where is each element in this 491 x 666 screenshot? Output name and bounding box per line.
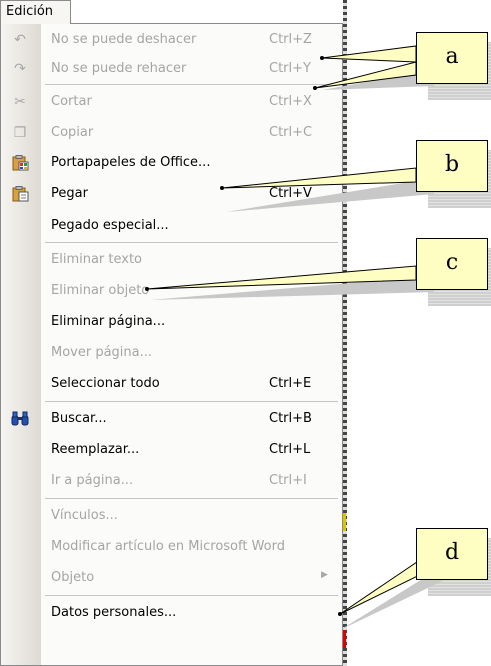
menu-item-label: Objeto <box>51 570 95 585</box>
menu-item-cut[interactable]: ✂ Cortar Ctrl+X <box>1 88 342 116</box>
menu-separator <box>45 242 338 243</box>
menu-title-label: Edición <box>6 4 54 19</box>
submenu-arrow-icon: ▶ <box>321 570 328 580</box>
menu-item-office-clipboard[interactable]: Portapapeles de Office... <box>1 149 342 177</box>
menu-item-label: Reemplazar... <box>51 442 140 457</box>
menu-item-undo[interactable]: ↶ No se puede deshacer Ctrl+Z <box>1 26 342 54</box>
menu-item-personal-data[interactable]: Datos personales... <box>1 599 342 627</box>
callout-d-label: d <box>444 540 460 565</box>
menu-item-label: No se puede deshacer <box>51 32 197 47</box>
menu-item-label: Copiar <box>51 125 94 140</box>
menu-item-delete-page[interactable]: Eliminar página... <box>1 308 342 336</box>
menu-item-paste[interactable]: Pegar Ctrl+V <box>1 180 342 208</box>
menu-item-move-page[interactable]: Mover página... <box>1 339 342 367</box>
menu-item-delete-object[interactable]: Eliminar objeto <box>1 277 342 305</box>
callout-d: d <box>416 528 488 580</box>
menu-item-label: Seleccionar todo <box>51 376 160 391</box>
menu-item-label: Modificar artículo en Microsoft Word <box>51 539 285 554</box>
menu-item-shortcut: Ctrl+X <box>269 94 312 109</box>
menu-item-label: Datos personales... <box>51 605 177 620</box>
menu-item-shortcut: Ctrl+E <box>269 376 312 391</box>
callout-c: c <box>416 238 488 290</box>
menu-item-label: Eliminar objeto <box>51 283 150 298</box>
menu-item-shortcut: Ctrl+V <box>269 186 312 201</box>
menu-item-label: Eliminar página... <box>51 314 166 329</box>
copy-icon: ❐ <box>13 125 27 141</box>
menu-item-label: Pegar <box>51 186 88 201</box>
binoculars-icon <box>11 411 29 427</box>
paste-icon <box>11 186 29 202</box>
menu-item-shortcut: Ctrl+B <box>269 411 312 426</box>
office-clipboard-icon <box>11 155 29 171</box>
callout-b: b <box>416 140 488 192</box>
menu-item-object[interactable]: Objeto ▶ <box>1 564 342 592</box>
callout-b-label: b <box>444 152 460 177</box>
menu-item-links[interactable]: Vínculos... <box>1 502 342 530</box>
menu-item-replace[interactable]: Reemplazar... Ctrl+L <box>1 436 342 464</box>
menu-item-label: Vínculos... <box>51 508 118 523</box>
menu-item-shortcut: Ctrl+C <box>269 125 313 140</box>
menu-item-label: Buscar... <box>51 411 107 426</box>
menu-item-find[interactable]: Buscar... Ctrl+B <box>1 405 342 433</box>
undo-icon: ↶ <box>14 32 26 48</box>
menu-item-shortcut: Ctrl+Y <box>269 61 311 76</box>
menu-item-go-to-page[interactable]: Ir a página... Ctrl+I <box>1 467 342 495</box>
menu-item-label: No se puede rehacer <box>51 61 187 76</box>
menu-separator <box>45 595 338 596</box>
callout-a-label: a <box>445 44 459 69</box>
callout-a: a <box>416 32 488 84</box>
menu-item-shortcut: Ctrl+L <box>269 442 311 457</box>
menu-item-delete-text[interactable]: Eliminar texto <box>1 246 342 274</box>
redo-icon: ↷ <box>14 61 26 77</box>
menu-item-label: Portapapeles de Office... <box>51 155 211 170</box>
menu-item-label: Pegado especial... <box>51 218 169 233</box>
menu-item-copy[interactable]: ❐ Copiar Ctrl+C <box>1 119 342 147</box>
menu-item-label: Eliminar texto <box>51 252 143 267</box>
menu-separator <box>45 401 338 402</box>
menu-item-shortcut: Ctrl+Z <box>269 32 312 47</box>
scissors-icon: ✂ <box>14 94 26 110</box>
callout-c-label: c <box>445 250 459 275</box>
menu-item-select-all[interactable]: Seleccionar todo Ctrl+E <box>1 370 342 398</box>
menu-item-label: Cortar <box>51 94 92 109</box>
edit-menu-dropdown: ↶ No se puede deshacer Ctrl+Z ↷ No se pu… <box>0 23 343 666</box>
menu-item-edit-in-word[interactable]: Modificar artículo en Microsoft Word <box>1 533 342 561</box>
menu-item-label: Ir a página... <box>51 473 134 488</box>
menu-separator <box>45 84 338 85</box>
menu-item-paste-special[interactable]: Pegado especial... <box>1 212 342 240</box>
menu-item-label: Mover página... <box>51 345 153 360</box>
menu-separator <box>45 498 338 499</box>
menu-item-redo[interactable]: ↷ No se puede rehacer Ctrl+Y <box>1 55 342 83</box>
menu-bar-edicion[interactable]: Edición <box>0 0 71 24</box>
document-background-strip <box>343 0 347 666</box>
menu-item-shortcut: Ctrl+I <box>269 473 307 488</box>
